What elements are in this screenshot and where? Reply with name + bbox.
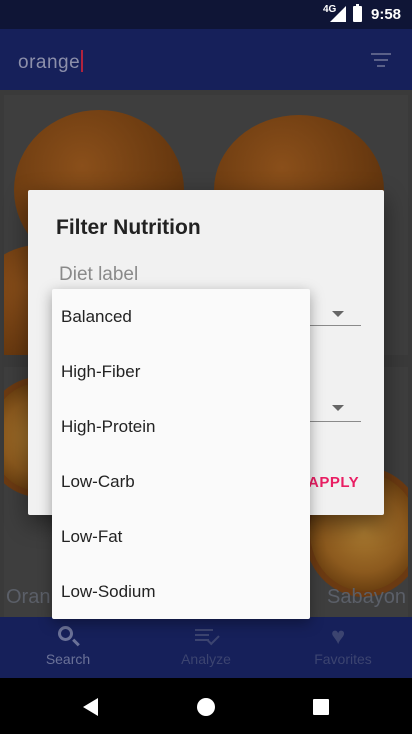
bottom-navigation: Search Analyze ♥ Favorites: [0, 617, 412, 678]
search-input[interactable]: orange: [18, 50, 84, 74]
diet-label-field-label: Diet label: [59, 264, 139, 285]
back-icon[interactable]: [83, 698, 98, 716]
nav-favorites[interactable]: ♥ Favorites: [283, 623, 403, 668]
analyze-icon: [195, 629, 217, 644]
clock: 9:58: [371, 6, 402, 23]
dropdown-option-high-fiber[interactable]: High-Fiber: [52, 344, 310, 399]
nav-analyze-label: Analyze: [181, 651, 231, 667]
dropdown-arrow-icon[interactable]: [332, 311, 344, 317]
signal-icon: [330, 6, 346, 22]
search-icon: [58, 626, 73, 641]
nav-analyze[interactable]: Analyze: [146, 623, 266, 667]
card-title-right: Sabayon: [327, 586, 406, 608]
diet-label-dropdown-menu: Balanced High-Fiber High-Protein Low-Car…: [52, 289, 310, 619]
app-bar: orange: [0, 29, 412, 90]
dropdown-option-balanced[interactable]: Balanced: [52, 289, 310, 344]
apply-button[interactable]: APPLY: [308, 474, 359, 491]
search-value: orange: [18, 52, 81, 73]
nav-search[interactable]: Search: [8, 623, 128, 667]
home-icon[interactable]: [197, 698, 215, 716]
system-navigation-bar: [0, 678, 412, 734]
dialog-title: Filter Nutrition: [56, 216, 201, 239]
nav-favorites-label: Favorites: [314, 651, 372, 667]
battery-icon: [353, 4, 362, 22]
dropdown-arrow-icon[interactable]: [332, 405, 344, 411]
heart-icon: ♥: [331, 623, 346, 650]
nav-search-label: Search: [45, 651, 91, 667]
status-bar: 4G 9:58: [0, 0, 412, 29]
filter-list-icon[interactable]: [371, 53, 391, 69]
dropdown-option-high-protein[interactable]: High-Protein: [52, 399, 310, 454]
dropdown-option-low-carb[interactable]: Low-Carb: [52, 454, 310, 509]
dropdown-option-low-fat[interactable]: Low-Fat: [52, 509, 310, 564]
card-title-left: Oran: [6, 586, 51, 608]
text-cursor: [81, 50, 84, 72]
dropdown-option-low-sodium[interactable]: Low-Sodium: [52, 564, 310, 619]
recents-icon[interactable]: [313, 699, 329, 715]
